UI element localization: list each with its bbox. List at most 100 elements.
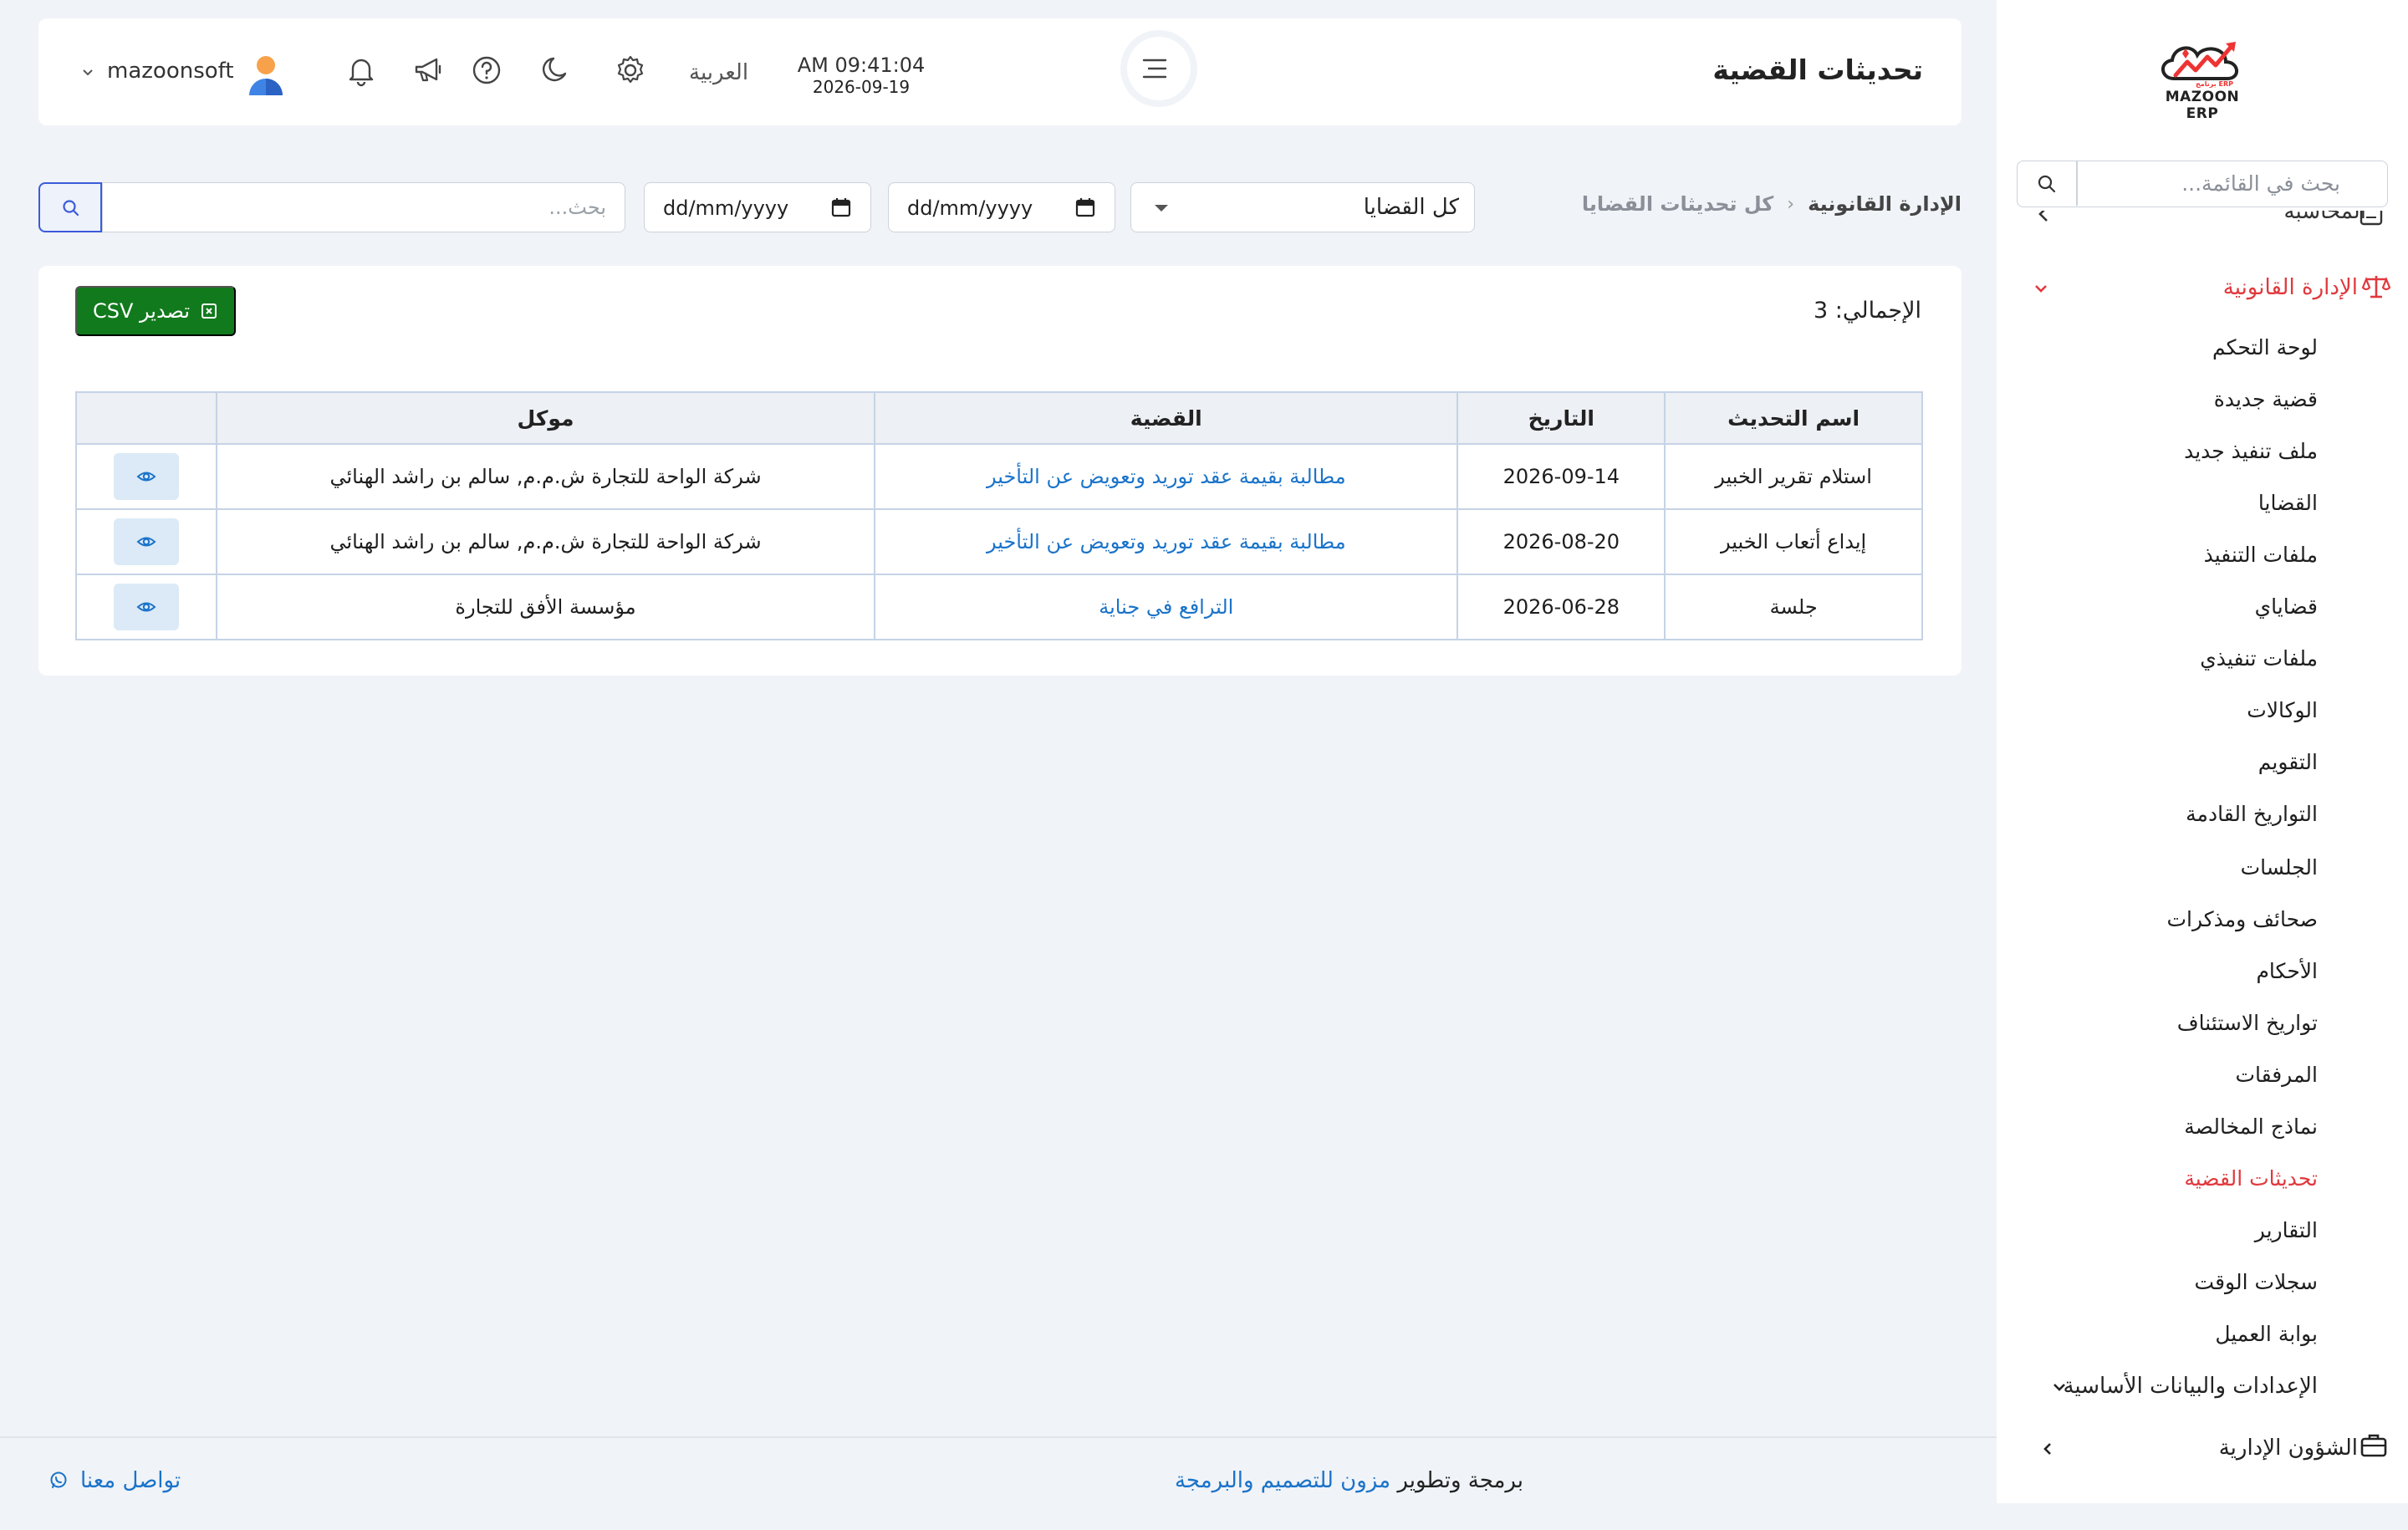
sidebar-item-case-updates[interactable]: تحديثات القضية [2184,1164,2318,1194]
calculator-icon [2360,211,2383,226]
chevron-left-icon[interactable] [2038,1440,2057,1458]
sidebar-section-label: الإدارة القانونية [2222,275,2358,300]
calendar-icon[interactable] [1074,196,1096,218]
megaphone-icon[interactable] [411,54,445,87]
chevron-down-icon[interactable] [2032,279,2050,298]
cell-case-link[interactable]: مطالبة بقيمة عقد توريد وتعويض عن التأخير [874,443,1459,510]
sidebar-item-reports[interactable]: التقارير [2255,1216,2318,1246]
search-icon[interactable] [2036,173,2058,195]
sidebar-item-settlement-forms[interactable]: نماذج المخالصة [2184,1112,2318,1142]
footer-contact-label: تواصل معنا [80,1468,181,1493]
sidebar-item-dashboard[interactable]: لوحة التحكم [2212,333,2318,363]
search-icon [63,200,79,217]
cell-update-name: إيداع أتعاب الخبير [1664,508,1923,575]
search-button[interactable] [38,182,102,232]
moon-icon[interactable] [538,54,572,87]
cell-update-name: جلسة [1664,574,1923,640]
view-button[interactable] [113,518,179,565]
sidebar-item-accounting[interactable]: المحاسبة [2232,211,2366,232]
cell-client: شركة الواحة للتجارة ش.م.م, سالم بن راشد … [215,508,876,575]
user-avatar-icon[interactable] [247,54,284,97]
eye-icon [136,472,156,482]
sidebar-item-calendar[interactable]: التقويم [2258,747,2318,778]
column-header-case[interactable]: القضية [874,391,1459,445]
chevron-left-icon [2038,211,2048,222]
sidebar-item-judgments[interactable]: الأحكام [2256,956,2318,987]
clock-date: 2026-09-19 [812,77,911,97]
sidebar-item-powers-of-attorney[interactable]: الوكالات [2247,696,2318,726]
case-select-value: كل القضايا [1363,195,1459,220]
breadcrumb-current: كل تحديثات القضايا [1581,192,1774,216]
view-button[interactable] [113,453,179,500]
sidebar-section-admin[interactable]: الشؤون الإدارية [2219,1431,2358,1465]
sidebar-section-legal[interactable]: الإدارة القانونية [2223,271,2358,304]
settings-icon[interactable] [614,54,647,87]
table-row: استلام تقرير الخبير 2026-09-14 مطالبة بق… [75,443,1923,510]
help-icon[interactable] [470,54,503,87]
bell-icon[interactable] [344,54,378,87]
total-count: الإجمالي: 3 [1813,298,1921,324]
cell-case-link[interactable]: الترافع في جناية [874,574,1459,640]
sidebar-section-label: الشؤون الإدارية [2218,1436,2358,1461]
sidebar-item-time-logs[interactable]: سجلات الوقت [2195,1267,2318,1298]
sidebar-item-my-execution-files[interactable]: ملفات تنفيذي [2200,644,2318,674]
updates-card: الإجمالي: 3 تصدير CSV اسم التحديث التاري… [38,266,1962,676]
calendar-icon[interactable] [830,196,852,218]
column-header-actions [75,391,217,445]
cell-update-name: استلام تقرير الخبير [1664,443,1923,510]
sidebar-item-my-cases[interactable]: قضاياي [2255,592,2318,622]
sidebar-item-new-execution-file[interactable]: ملف تنفيذ جديد [2184,436,2318,467]
column-header-date[interactable]: التاريخ [1457,391,1666,445]
page-title: تحديثات القضية [1712,54,1923,86]
sidebar-section-label: الإعدادات والبيانات الأساسية [2063,1374,2318,1399]
footer-contact[interactable]: تواصل معنا [48,1468,181,1493]
cell-case-link[interactable]: مطالبة بقيمة عقد توريد وتعويض عن التأخير [874,508,1459,575]
footer-credits: برمجة وتطوير مزون للتصميم والبرمجة [1175,1468,1523,1493]
cell-actions [75,508,217,575]
date-from-field[interactable]: dd/mm/yyyy [888,182,1115,232]
column-header-update-name[interactable]: اسم التحديث [1664,391,1923,445]
cell-client: شركة الواحة للتجارة ش.م.م, سالم بن راشد … [215,443,876,510]
case-select[interactable]: كل القضايا [1130,182,1475,232]
eye-icon [136,602,156,612]
sidebar-item-client-portal[interactable]: بوابة العميل [2215,1319,2318,1349]
brand-logo[interactable]: ERP برنامج MAZOON ERP [2149,37,2256,122]
date-from-value: dd/mm/yyyy [907,196,1033,220]
whatsapp-icon [50,1471,67,1488]
sidebar-item-upcoming-dates[interactable]: التواريخ القادمة [2186,799,2318,829]
cell-actions [75,443,217,510]
brand-name: MAZOON ERP [2165,89,2240,122]
footer-dev-link[interactable]: مزون للتصميم والبرمجة [1175,1468,1390,1493]
sidebar-item-attachments[interactable]: المرفقات [2235,1060,2318,1090]
chevron-down-icon[interactable] [2050,1378,2069,1396]
view-button[interactable] [113,584,179,630]
chevron-down-icon[interactable] [80,67,95,79]
sidebar-item-execution-files[interactable]: ملفات التنفيذ [2204,540,2318,570]
clock: AM 09:41:04 2026-09-19 [794,54,928,97]
column-header-client[interactable]: موكل [215,391,876,445]
search-field [102,182,625,232]
footer-divider [0,1436,1997,1438]
table-row: إيداع أتعاب الخبير 2026-08-20 مطالبة بقي… [75,508,1923,575]
cell-date: 2026-09-14 [1457,443,1666,510]
sidebar-section-settings[interactable]: الإعدادات والبيانات الأساسية [2063,1369,2318,1403]
search-input[interactable] [138,183,606,231]
date-to-value: dd/mm/yyyy [663,196,789,220]
sidebar-item-new-case[interactable]: قضية جديدة [2214,385,2318,415]
language-switch[interactable]: العربية [689,60,748,85]
sidebar-item-sessions[interactable]: الجلسات [2241,853,2318,883]
breadcrumb: الإدارة القانونية ‹ كل تحديثات القضايا [1582,192,1962,216]
sidebar-item-appeal-dates[interactable]: تواريخ الاستئناف [2177,1008,2318,1038]
export-csv-button[interactable]: تصدير CSV [75,286,236,336]
user-name[interactable]: mazoonsoft [107,59,234,84]
scale-icon [2361,276,2391,298]
menu-toggle-icon[interactable] [1137,55,1181,84]
sidebar-item-pleadings[interactable]: صحائف ومذكرات [2166,905,2318,935]
date-to-field[interactable]: dd/mm/yyyy [644,182,871,232]
sidebar-item-cases[interactable]: القضايا [2258,488,2318,518]
breadcrumb-root[interactable]: الإدارة القانونية [1808,192,1962,216]
updates-table: اسم التحديث التاريخ القضية موكل استلام ت… [75,391,1923,640]
sidebar-search-input[interactable] [2056,161,2340,206]
topbar: تحديثات القضية AM 09:41:04 2026-09-19 ال… [38,18,1962,125]
footer-dev-prefix: برمجة وتطوير [1397,1468,1523,1493]
